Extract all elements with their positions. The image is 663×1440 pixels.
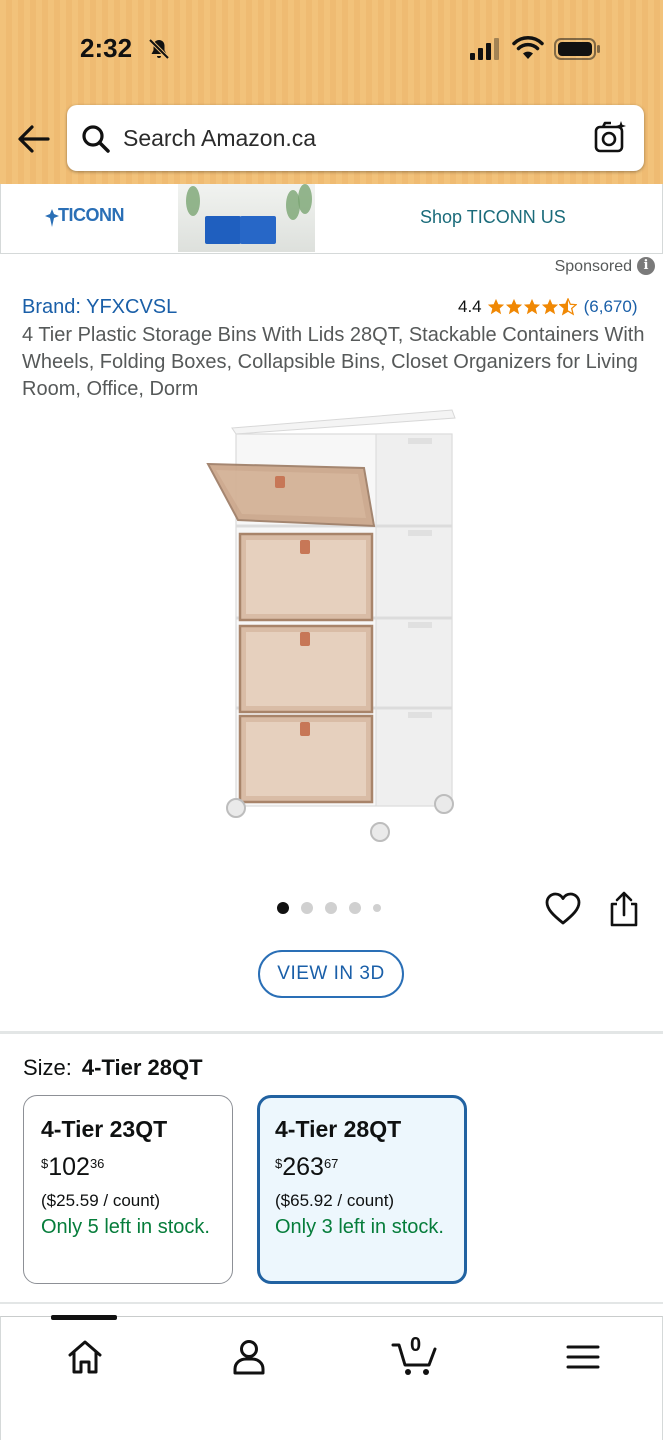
size-option-price: $ 102 36 [41, 1153, 104, 1181]
bottom-nav: 0 [0, 1315, 663, 1440]
carousel-dot[interactable] [277, 902, 289, 914]
silent-bell-icon [148, 38, 170, 60]
size-option-price: $ 263 67 [275, 1153, 338, 1181]
account-icon[interactable] [229, 1337, 269, 1377]
share-icon[interactable] [608, 891, 640, 927]
rating-value: 4.4 [458, 297, 482, 316]
size-option-23qt[interactable]: 4-Tier 23QT $ 102 36 ($25.59 / count) On… [23, 1095, 233, 1284]
product-image[interactable] [200, 404, 470, 844]
carousel-dot[interactable] [349, 902, 361, 914]
brand-link[interactable]: Brand: YFXCVSL [22, 296, 177, 319]
camera-search-icon[interactable] [594, 120, 628, 154]
menu-icon[interactable] [563, 1337, 603, 1377]
price-whole: 102 [48, 1153, 90, 1181]
star-full-icon [487, 298, 504, 315]
image-carousel-dots [277, 902, 393, 914]
search-icon [82, 125, 110, 153]
cellular-signal-icon [470, 38, 499, 60]
size-option-28qt[interactable]: 4-Tier 28QT $ 263 67 ($65.92 / count) On… [257, 1095, 467, 1284]
price-whole: 263 [282, 1153, 324, 1181]
price-fraction: 67 [323, 1156, 339, 1171]
size-option-name: 4-Tier 23QT [41, 1116, 168, 1142]
view-in-3d-button[interactable]: VIEW IN 3D [258, 950, 404, 998]
status-bar: 2:32 [0, 0, 663, 96]
cart-button[interactable]: 0 [391, 1334, 439, 1377]
section-divider [0, 1031, 663, 1034]
home-icon[interactable] [65, 1337, 105, 1377]
carousel-dot[interactable] [373, 904, 381, 912]
wifi-icon [512, 36, 544, 59]
carousel-dot[interactable] [325, 902, 337, 914]
star-full-icon [541, 298, 558, 315]
review-count-link[interactable]: (6,670) [584, 297, 638, 317]
header: 2:32 [0, 0, 663, 184]
product-title: 4 Tier Plastic Storage Bins With Lids 28… [22, 324, 645, 400]
banner-product-image[interactable] [178, 184, 315, 252]
sponsored-label: Sponsored [554, 258, 632, 275]
size-selector-label: Size: 4-Tier 28QT [23, 1055, 203, 1081]
cart-count: 0 [410, 1334, 422, 1356]
price-currency: $ [41, 1156, 49, 1171]
size-option-name: 4-Tier 28QT [275, 1116, 402, 1142]
star-full-icon [523, 298, 540, 315]
ticonn-logo-mark-icon [45, 209, 59, 227]
star-rating [487, 298, 577, 316]
price-currency: $ [275, 1156, 283, 1171]
star-half-icon [558, 298, 577, 316]
shop-brand-link[interactable]: Shop TICONN US [420, 207, 566, 228]
ticonn-logo: TICONN [58, 205, 125, 225]
price-fraction: 36 [89, 1156, 105, 1171]
status-time: 2:32 [80, 33, 133, 63]
size-option-unit-price: ($65.92 / count) [275, 1191, 395, 1210]
size-option-stock: Only 3 left in stock. [275, 1216, 444, 1238]
back-arrow-icon[interactable] [16, 122, 52, 156]
size-option-stock: Only 5 left in stock. [41, 1216, 210, 1238]
size-selected-value: 4-Tier 28QT [81, 1055, 203, 1080]
sponsored-banner[interactable]: TICONN Shop TICONN US [0, 184, 663, 254]
star-full-icon [505, 298, 522, 315]
section-divider [0, 1302, 663, 1304]
size-option-unit-price: ($25.59 / count) [41, 1191, 161, 1210]
active-tab-indicator [51, 1315, 117, 1320]
info-icon[interactable]: i [637, 257, 655, 275]
size-label-text: Size: [23, 1055, 72, 1080]
carousel-dot[interactable] [301, 902, 313, 914]
heart-icon[interactable] [545, 892, 581, 926]
search-bar[interactable] [67, 105, 644, 171]
rating-summary[interactable]: 4.4 (6,670) [458, 296, 638, 318]
search-input[interactable] [123, 119, 563, 157]
battery-icon [554, 38, 600, 60]
